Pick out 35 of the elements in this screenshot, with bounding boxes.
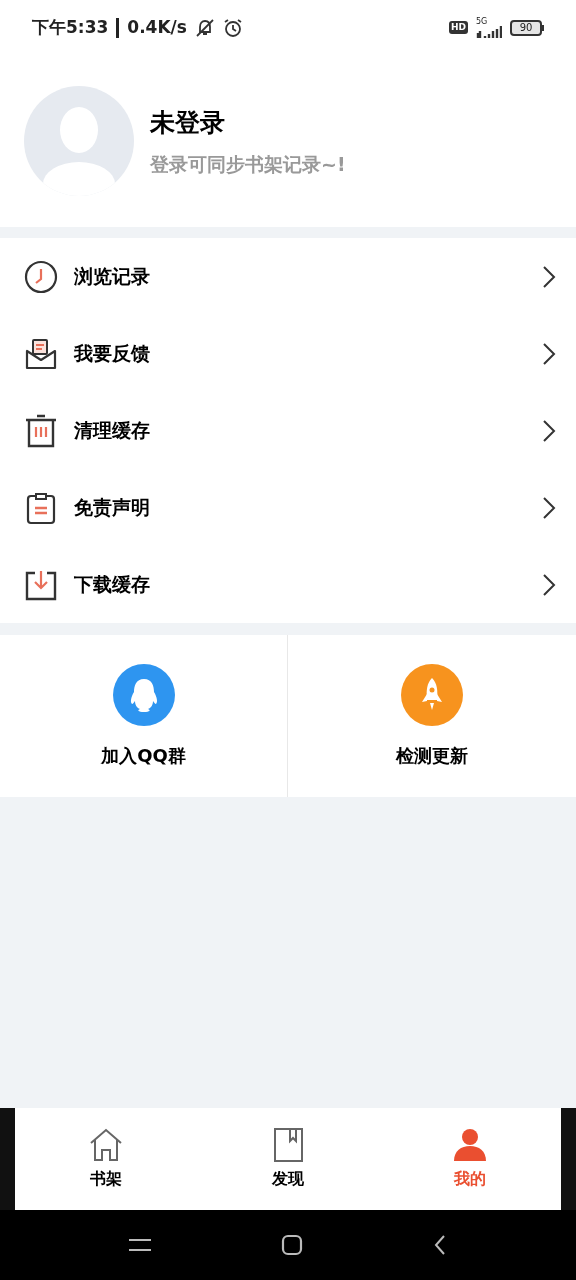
envelope-icon xyxy=(24,336,58,371)
battery-icon: 90 xyxy=(510,19,542,36)
menu-item[interactable]: 浏览记录 xyxy=(0,238,576,315)
action-tile[interactable]: 检测更新 xyxy=(288,635,576,797)
chevron-right-icon xyxy=(542,264,556,289)
home-button-icon[interactable] xyxy=(281,1234,303,1256)
muted-bell-icon xyxy=(194,17,215,38)
nav-tab[interactable]: 我的 xyxy=(379,1108,561,1210)
back-icon[interactable] xyxy=(433,1234,447,1256)
status-time: 下午5:33 xyxy=(32,15,109,39)
home-icon xyxy=(88,1127,124,1163)
nav-tab[interactable]: 发现 xyxy=(197,1108,379,1210)
chevron-right-icon xyxy=(542,341,556,366)
menu-item[interactable]: 下载缓存 xyxy=(0,546,576,623)
menu-icon[interactable] xyxy=(129,1238,151,1252)
network-speed: 0.4K/s xyxy=(127,15,187,39)
trash-icon xyxy=(24,413,58,448)
user-name: 未登录 xyxy=(150,107,226,139)
hd-badge: HD xyxy=(449,21,468,34)
nav-tab[interactable]: 书架 xyxy=(15,1108,197,1210)
menu-item[interactable]: 免责声明 xyxy=(0,469,576,546)
menu-item[interactable]: 清理缓存 xyxy=(0,392,576,469)
clock-icon xyxy=(24,259,58,294)
chevron-right-icon xyxy=(542,418,556,443)
network-type: 5G xyxy=(476,17,488,26)
clipboard-icon xyxy=(24,490,58,525)
avatar-icon xyxy=(24,86,134,196)
chevron-right-icon xyxy=(542,572,556,597)
menu-item[interactable]: 我要反馈 xyxy=(0,315,576,392)
login-hint: 登录可同步书架记录~! xyxy=(150,151,346,177)
action-tile[interactable]: 加入QQ群 xyxy=(0,635,288,797)
alarm-icon xyxy=(222,17,243,38)
person-icon xyxy=(452,1127,488,1163)
signal-icon xyxy=(476,26,502,38)
chevron-right-icon xyxy=(542,495,556,520)
